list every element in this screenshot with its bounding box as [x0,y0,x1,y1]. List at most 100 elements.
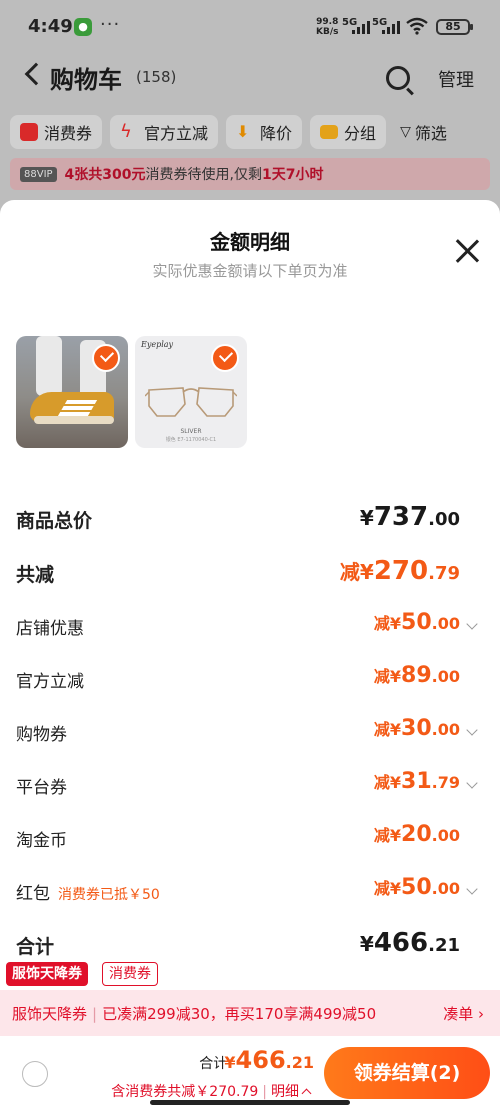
row-shop-discount[interactable]: 店铺优惠 减¥50.00 [0,606,500,646]
discount-detail-link[interactable]: 含消费券共减￥270.79 | 明细 [111,1081,312,1101]
discount-note: 含消费券共减￥270.79 [111,1084,259,1100]
row-amount: 减¥89.00 [374,663,460,688]
amount-prefix: 减¥ [373,773,402,792]
amount-dec: .21 [285,1053,314,1072]
amount-dec: .00 [431,667,460,686]
network-speed-value: 99.8 [316,17,339,27]
glasses-image [145,387,237,417]
glasses-caption: SLIVER [180,428,202,435]
row-label: 淘金币 [16,831,67,851]
close-icon[interactable] [454,238,480,264]
fashion-coupon-tag: 服饰天降券 [6,962,88,986]
row-amount: 减¥20.00 [374,822,460,847]
funnel-icon: ▽ [400,124,411,140]
row-label: 购物券 [16,725,67,745]
row-amount: 减¥50.00 [374,610,460,635]
promo-text: 消费券待使用,仅剩 [145,167,262,183]
chevron-right-icon: › [478,1005,484,1023]
amount-dec: .00 [431,720,460,739]
filter-screen[interactable]: ▽ 筛选 [394,115,447,149]
amount-int: 466 [373,928,429,958]
product-thumbnail-shoes[interactable] [16,336,128,448]
sheet-title: 金额明细 [210,230,290,254]
status-time: 4:49 [28,16,73,37]
chevron-down-icon[interactable] [466,618,478,630]
select-all-radio[interactable] [22,1061,48,1087]
amount-dec: .79 [428,563,460,584]
row-label: 店铺优惠 [16,619,84,639]
cart-count: (158) [136,68,177,86]
amount-dec: .00 [431,826,460,845]
amount-dec: .00 [431,879,460,898]
voucher-progress-text: 服饰天降券 | 已凑满299减30，再买170享满499减50 [12,1003,376,1024]
amount-int: 89 [401,663,432,688]
voucher-progress-strip[interactable]: 服饰天降券 | 已凑满299减30，再买170享满499减50 凑单 › [0,990,500,1036]
product-thumbnail-glasses[interactable]: Eyeplay SLIVER 银色 E7-1170040-C1 [135,336,247,448]
amount-prefix: ¥ [359,932,374,956]
amount-prefix: 减¥ [373,614,402,633]
amount-prefix: 减¥ [373,720,402,739]
amount-int: 30 [401,716,432,741]
back-arrow-icon[interactable] [24,62,48,86]
row-amount: ¥737.00 [360,502,460,532]
row-taojinbi: 淘金币 减¥20.00 [0,818,500,858]
folder-icon [320,125,339,139]
amount-int: 50 [401,610,432,635]
row-label: 合计 [16,936,55,958]
signal-bars-1-icon [352,20,370,34]
filter-official-label: 官方立减 [144,124,209,143]
lightning-icon: ϟ [120,121,132,142]
row-red-packet[interactable]: 红包 消费券已抵￥50 减¥50.00 [0,871,500,911]
wifi-icon [406,17,428,35]
wechat-icon: ● [74,18,92,36]
filter-screen-label: 筛选 [414,124,447,143]
amount-prefix: 减¥ [373,879,402,898]
row-total-reduce: 共减 减¥270.79 [0,552,500,592]
add-items-link[interactable]: 凑单 › [443,1003,484,1024]
signal-bars-2-icon [382,20,400,34]
selected-check-icon[interactable] [211,344,239,372]
promo-highlight-time: 1天7小时 [261,167,324,183]
chevron-down-icon[interactable] [466,883,478,895]
network-speed: 99.8 KB/s [316,17,338,37]
more-dots-icon: ··· [100,14,121,35]
row-amount: 减¥31.79 [374,769,460,794]
filter-official-discount[interactable]: ϟ 官方立减 [110,115,219,149]
amount-dec: .21 [428,935,460,956]
manage-button[interactable]: 管理 [438,66,474,92]
filter-coupon[interactable]: 消费券 [10,115,103,149]
chevron-down-icon[interactable] [466,777,478,789]
row-amount: 减¥270.79 [340,556,460,586]
coupon-icon [20,123,38,141]
red-packet-label: 红包 [16,884,50,904]
page-title: 购物车 [50,66,122,94]
red-packet-note: 消费券已抵￥50 [58,887,160,903]
chevron-down-icon[interactable] [466,724,478,736]
add-items-label: 凑单 [443,1005,474,1023]
row-grand-total: 合计 ¥466.21 [0,924,500,964]
row-shopping-coupon[interactable]: 购物券 减¥30.00 [0,712,500,752]
promo-highlight-amount: 4张共300元 [64,167,146,183]
amount-int: 270 [373,556,429,586]
voucher-progress: 已凑满299减30，再买170享满499减50 [102,1005,377,1023]
search-icon[interactable] [386,66,410,90]
checkout-button[interactable]: 领券结算(2) [324,1047,490,1099]
arrow-down-icon: ⬇ [236,122,250,141]
row-amount: 减¥30.00 [374,716,460,741]
row-platform-coupon[interactable]: 平台券 减¥31.79 [0,765,500,805]
home-indicator[interactable] [150,1100,350,1105]
vip-badge: 88VIP [20,166,57,182]
separator: | [262,1084,267,1100]
filter-coupon-label: 消费券 [44,124,93,143]
filter-price-drop[interactable]: ⬇ 降价 [226,115,303,149]
filter-group[interactable]: 分组 [310,115,387,149]
battery-icon: 85 [436,19,473,35]
row-label: 红包 消费券已抵￥50 [16,879,160,904]
amount-prefix: 减¥ [373,667,402,686]
glasses-brand: Eyeplay [141,340,174,349]
row-goods-total: 商品总价 ¥737.00 [0,498,500,538]
sum-amount: ¥466.21 [224,1046,314,1074]
filter-price-drop-label: 降价 [260,124,293,143]
coupon-promo-banner[interactable]: 88VIP 4张共300元 消费券待使用,仅剩 1天7小时 [10,158,490,190]
selected-check-icon[interactable] [92,344,120,372]
